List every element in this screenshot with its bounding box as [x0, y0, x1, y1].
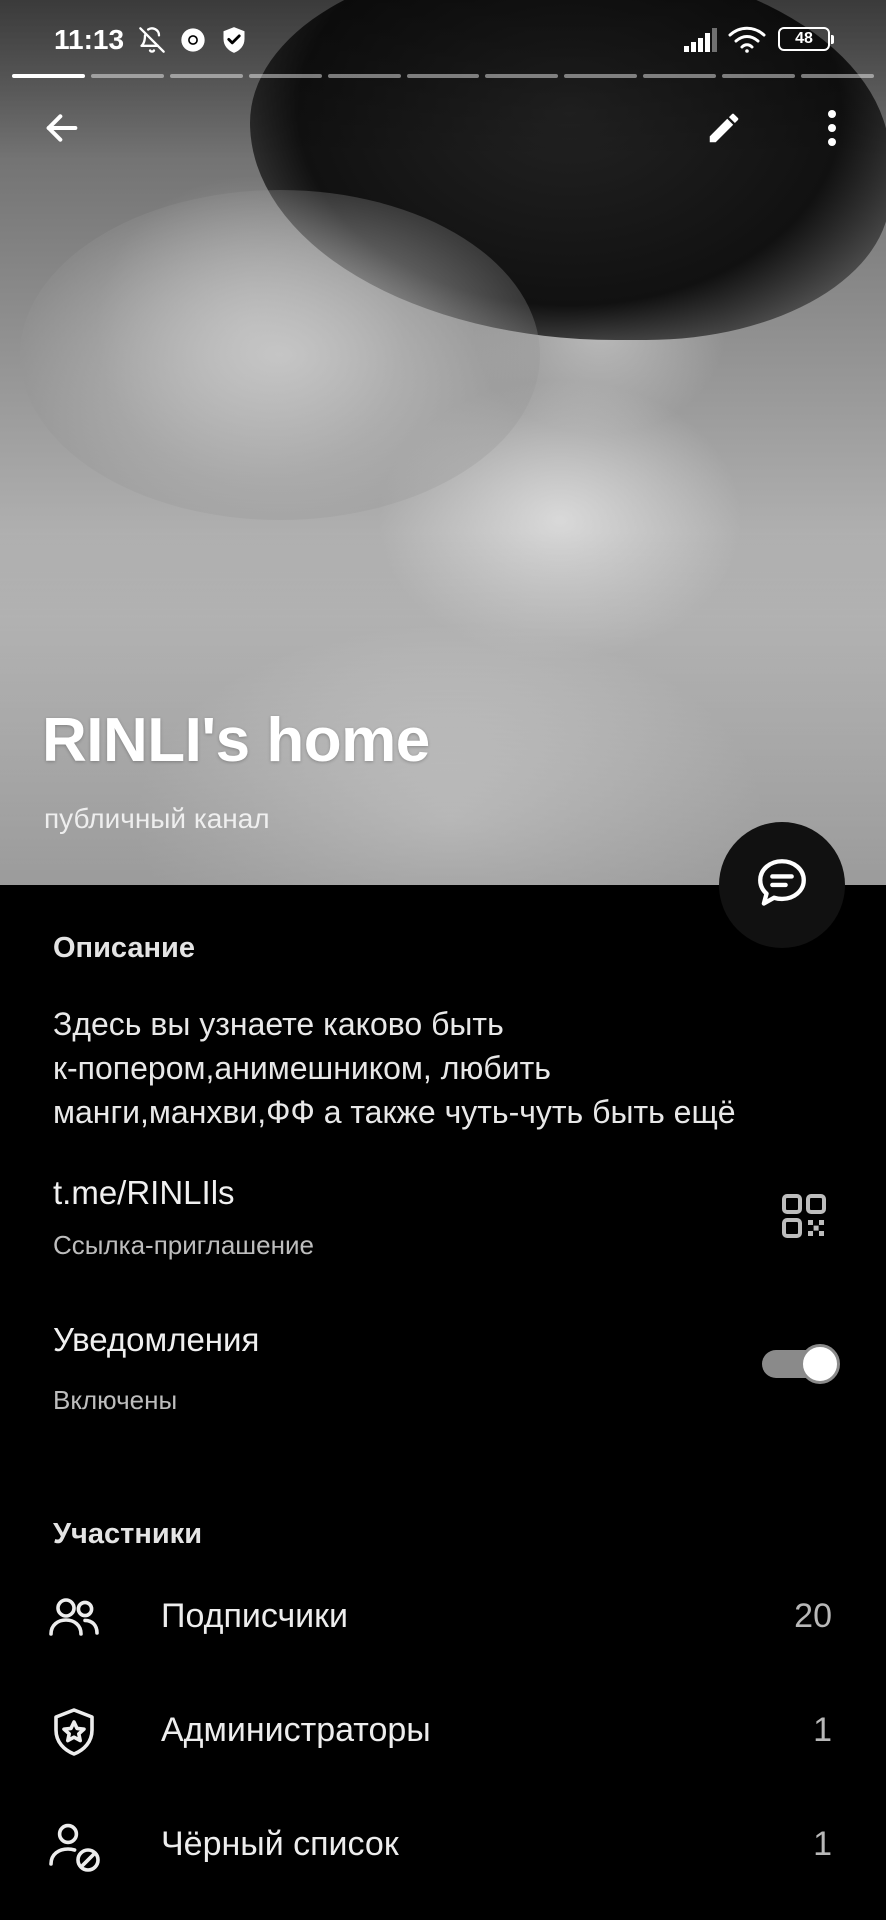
- qr-code-icon: [780, 1194, 828, 1244]
- subscribers-item[interactable]: Подписчики 20: [0, 1561, 886, 1675]
- qr-code-button[interactable]: [780, 1192, 828, 1240]
- blacklist-item[interactable]: Чёрный список 1: [0, 1789, 886, 1903]
- signal-icon: [684, 28, 718, 57]
- toggle-knob: [800, 1344, 840, 1384]
- bell-off-icon: [138, 26, 166, 59]
- back-button[interactable]: [32, 100, 92, 160]
- members-header: Участники: [53, 1518, 203, 1550]
- more-vertical-icon: [826, 108, 838, 153]
- arrow-left-icon: [42, 108, 82, 153]
- description-fade: [740, 1090, 800, 1134]
- story-segment: [327, 74, 401, 78]
- vpn-shield-icon: [220, 26, 248, 59]
- discuss-button[interactable]: [719, 822, 845, 948]
- story-segment: [90, 74, 164, 78]
- administrators-label: Администраторы: [161, 1711, 431, 1749]
- pencil-icon: [705, 109, 743, 152]
- status-bar: 11:13 48: [0, 0, 886, 78]
- channel-subtitle: публичный канал: [44, 803, 270, 834]
- blacklist-count: 1: [813, 1825, 832, 1863]
- story-segment: [406, 74, 480, 78]
- user-blocked-icon: [46, 1818, 102, 1874]
- subscribers-count: 20: [794, 1597, 832, 1635]
- story-progress-bar: [12, 74, 874, 79]
- story-segment: [801, 74, 874, 78]
- invite-link[interactable]: t.me/RINLIls: [53, 1174, 235, 1212]
- users-icon: [46, 1590, 102, 1646]
- more-menu-button[interactable]: [802, 100, 862, 160]
- story-segment: [169, 74, 243, 78]
- wifi-icon: [728, 26, 766, 59]
- subscribers-label: Подписчики: [161, 1597, 349, 1635]
- story-segment: [485, 74, 559, 78]
- chrome-icon: [179, 26, 207, 59]
- admin-shield-star-icon: [46, 1704, 102, 1760]
- edit-button[interactable]: [694, 100, 754, 160]
- story-segment: [643, 74, 717, 78]
- story-segment: [722, 74, 796, 78]
- administrators-item[interactable]: Администраторы 1: [0, 1675, 886, 1789]
- battery-icon: 48: [778, 27, 834, 51]
- chat-bubble-icon: [753, 854, 811, 917]
- story-segment: [12, 74, 85, 78]
- administrators-count: 1: [813, 1711, 832, 1749]
- notifications-title: Уведомления: [53, 1321, 260, 1358]
- description-text[interactable]: Здесь вы узнаете каково быть к-попером,а…: [53, 1002, 843, 1134]
- invite-link-label: Ссылка-приглашение: [53, 1230, 314, 1260]
- description-header: Описание: [53, 932, 195, 964]
- status-time: 11:13: [54, 24, 125, 55]
- notifications-state: Включены: [53, 1385, 178, 1415]
- story-segment: [564, 74, 638, 78]
- channel-title: RINLI's home: [42, 706, 430, 775]
- story-segment: [248, 74, 322, 78]
- blacklist-label: Чёрный список: [161, 1825, 399, 1863]
- notifications-toggle[interactable]: [762, 1344, 840, 1384]
